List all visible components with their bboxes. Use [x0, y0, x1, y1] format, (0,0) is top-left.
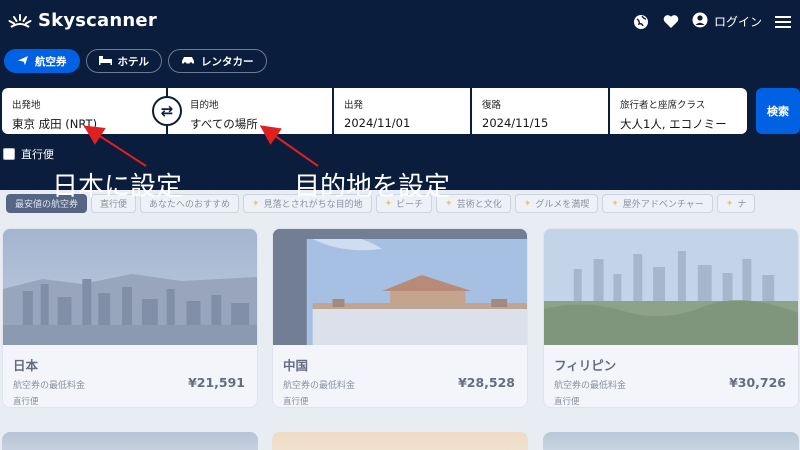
card-image: [3, 229, 257, 345]
tab-hotels[interactable]: ホテル: [85, 49, 162, 73]
origin-annotation-arrow: [83, 125, 147, 167]
menu-icon[interactable]: [774, 13, 792, 31]
card-price: ¥21,591: [188, 375, 245, 390]
depart-value: 2024/11/01: [344, 116, 411, 130]
chip-label: 屋外アドベンチャー: [622, 200, 704, 210]
destination-value: すべての場所: [190, 117, 258, 131]
return-label: 復路: [482, 100, 502, 111]
card-direct: 直行便: [13, 397, 39, 407]
return-value: 2024/11/15: [482, 116, 549, 130]
heart-icon[interactable]: [662, 13, 680, 31]
destination-card-philippines[interactable]: フィリピン 航空券の最低料金 ¥30,726 直行便: [543, 228, 799, 408]
card-subtitle: 航空券の最低料金: [283, 381, 356, 391]
card-price: ¥30,726: [729, 375, 786, 390]
card-price: ¥28,528: [458, 375, 515, 390]
destination-card-partial[interactable]: [2, 432, 258, 450]
search-button[interactable]: 検索: [756, 88, 800, 134]
destination-card-japan[interactable]: 日本 航空券の最低料金 ¥21,591 直行便: [2, 228, 258, 408]
card-title: 日本: [13, 358, 39, 373]
sparkle-icon: ✦: [252, 198, 260, 209]
card-image: [273, 229, 527, 345]
origin-annotation: 日本に設定: [52, 172, 183, 202]
destination-label: 目的地: [190, 100, 219, 111]
card-direct: 直行便: [283, 397, 309, 407]
car-icon: [181, 55, 195, 68]
depart-label: 出発: [344, 100, 364, 111]
destination-card-china[interactable]: 中国 航空券の最低料金 ¥28,528 直行便: [272, 228, 528, 408]
sparkle-icon: ✦: [611, 198, 619, 209]
chip-label: 芸術と文化: [456, 200, 502, 210]
chip-more[interactable]: ✦ ナ: [716, 194, 756, 213]
travellers-label: 旅行者と座席クラス: [620, 100, 706, 111]
skyscanner-logo[interactable]: Skyscanner: [8, 10, 157, 31]
tab-hotels-label: ホテル: [117, 55, 150, 68]
brand-name: Skyscanner: [38, 10, 157, 31]
sparkle-icon: ✦: [523, 198, 532, 209]
tab-car-rental-label: レンタカー: [201, 55, 254, 68]
card-image: [544, 229, 798, 345]
chip-gourmet[interactable]: ✦ グルメを満喫: [514, 194, 599, 213]
card-subtitle: 航空券の最低料金: [13, 381, 86, 391]
bed-icon: [98, 55, 112, 68]
login-label: ログイン: [713, 15, 762, 29]
recommendations-section: 最安値の航空券 直行便 あなたへのおすすめ ✦ 見落とされがちな目的地 ✦ ビーチ …: [0, 190, 800, 450]
card-direct: 直行便: [554, 397, 580, 407]
origin-value: 東京 成田 (NRT): [12, 117, 98, 131]
depart-date-field[interactable]: 出発 2024/11/01: [334, 88, 470, 134]
destination-annotation: 目的地を設定: [294, 172, 451, 202]
sunrise-logo-icon: [8, 13, 32, 29]
login-button[interactable]: ログイン: [692, 12, 762, 31]
travellers-field[interactable]: 旅行者と座席クラス 大人1人, エコノミー: [610, 88, 747, 134]
tab-car-rental[interactable]: レンタカー: [168, 49, 267, 73]
return-date-field[interactable]: 復路 2024/11/15: [472, 88, 608, 134]
swap-icon[interactable]: ⇄: [152, 96, 182, 126]
chip-label: ナ: [737, 200, 747, 210]
card-title: フィリピン: [554, 358, 617, 373]
plane-icon: [17, 54, 29, 69]
origin-label: 出発地: [12, 100, 41, 111]
origin-field[interactable]: 出発地 東京 成田 (NRT): [2, 88, 166, 134]
destination-field[interactable]: 目的地 すべての場所: [168, 88, 332, 134]
top-header: Skyscanner ログイン: [0, 0, 800, 44]
chip-label: グルメを満喫: [535, 200, 590, 210]
card-title: 中国: [283, 358, 309, 373]
user-icon: [692, 12, 708, 31]
product-tabs: 航空券 ホテル レンタカー: [4, 49, 267, 73]
globe-icon[interactable]: [632, 13, 650, 31]
destination-card-partial[interactable]: [272, 432, 528, 450]
sparkle-icon: ✦: [725, 198, 734, 209]
direct-flights-option[interactable]: 直行便: [3, 146, 54, 162]
direct-flights-checkbox[interactable]: [3, 148, 15, 160]
tab-flights[interactable]: 航空券: [4, 49, 80, 73]
destination-annotation-arrow: [259, 125, 319, 167]
tab-flights-label: 航空券: [35, 55, 67, 68]
destination-card-partial[interactable]: [543, 432, 799, 450]
card-subtitle: 航空券の最低料金: [554, 381, 627, 391]
direct-flights-label: 直行便: [21, 148, 54, 161]
travellers-value: 大人1人, エコノミー: [620, 117, 727, 131]
chip-outdoor[interactable]: ✦ 屋外アドベンチャー: [602, 194, 713, 213]
